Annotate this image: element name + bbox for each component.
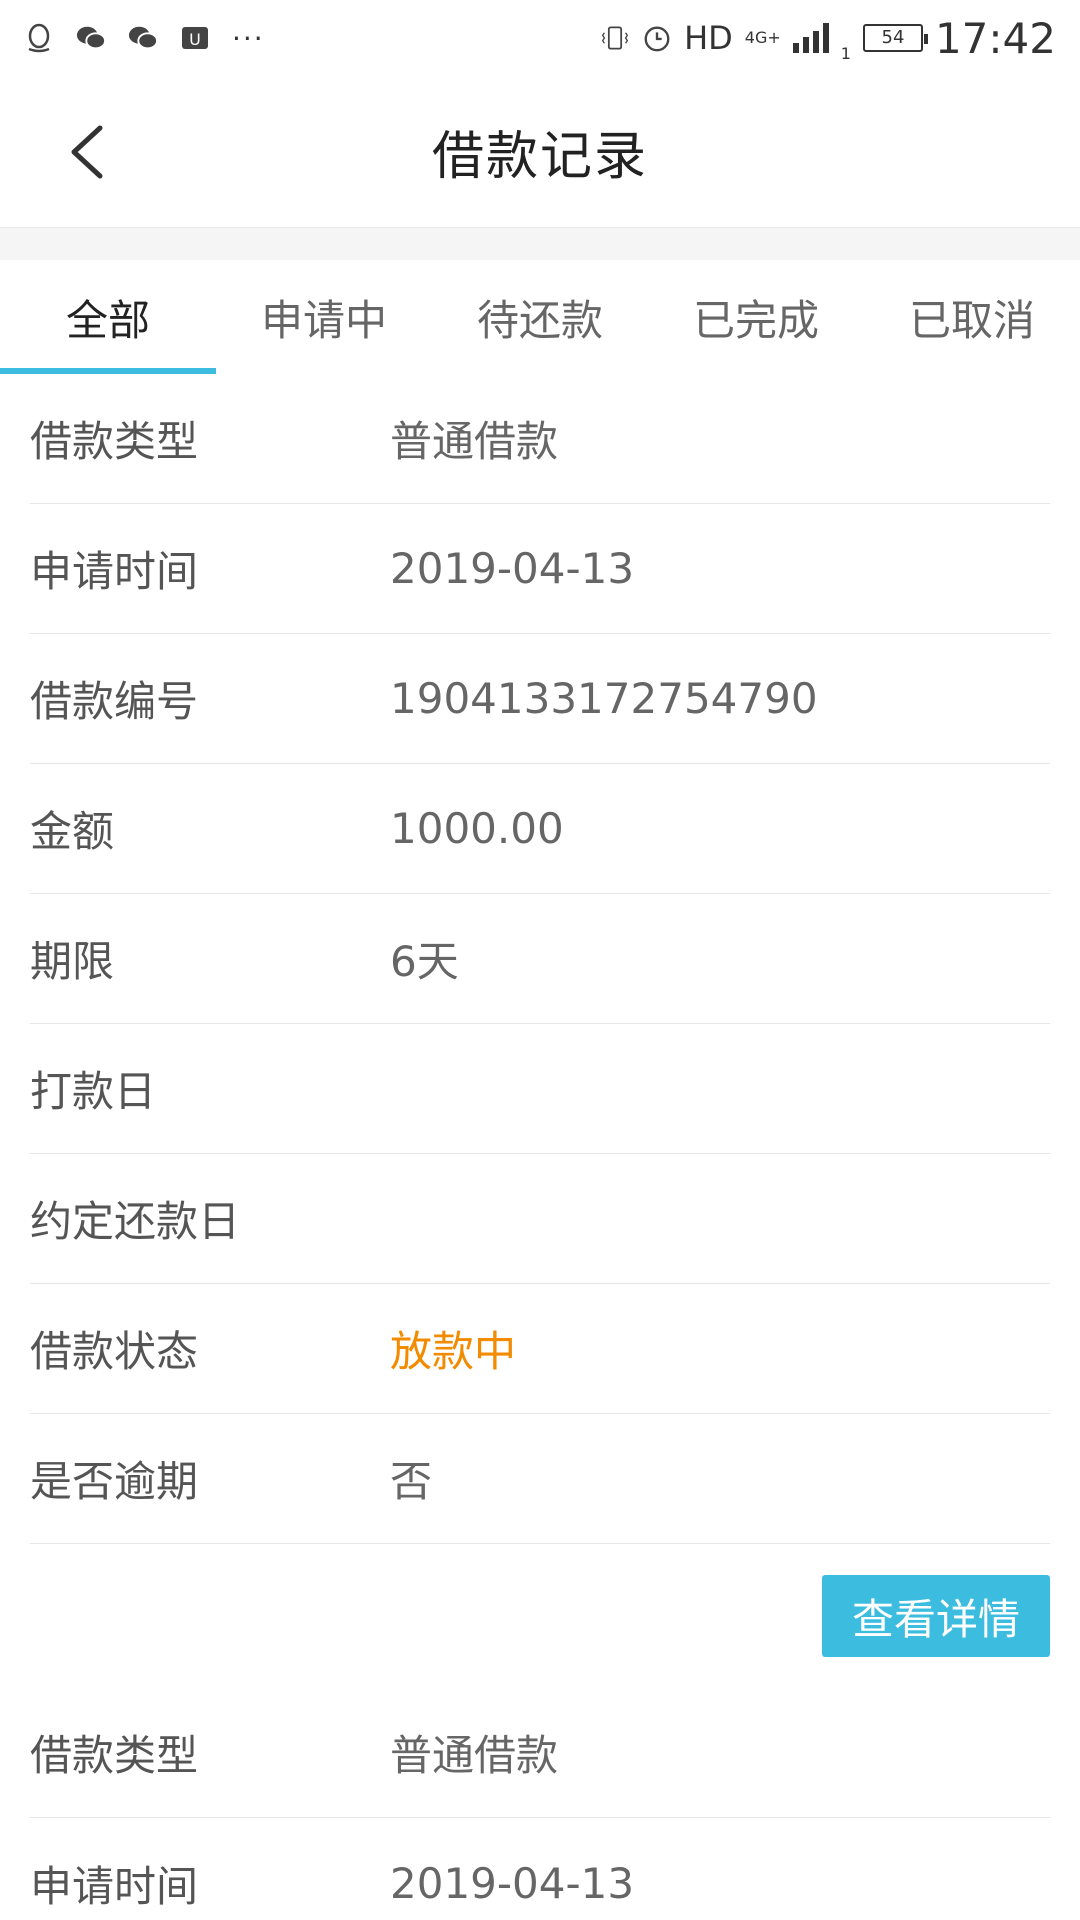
status-right: HD 4G+ 1 54 17:42 bbox=[600, 14, 1056, 63]
tab-completed[interactable]: 已完成 bbox=[648, 260, 864, 374]
view-details-button[interactable]: 查看详情 bbox=[822, 1575, 1050, 1657]
tab-pending-repayment[interactable]: 待还款 bbox=[432, 260, 648, 374]
list-item: 打款日 bbox=[30, 1024, 1050, 1154]
battery-icon: 54 bbox=[862, 24, 928, 52]
vibrate-icon bbox=[600, 23, 630, 53]
field-label: 期限 bbox=[30, 937, 115, 986]
svg-text:U: U bbox=[189, 30, 201, 49]
list-item: 金额 1000.00 bbox=[30, 764, 1050, 894]
field-label: 借款类型 bbox=[30, 417, 199, 466]
list-item: 借款类型 普通借款 bbox=[30, 1688, 1050, 1818]
loan-record-card: 借款类型 普通借款 申请时间 2019-04-13 bbox=[0, 1688, 1080, 1920]
field-value: 2019-04-13 bbox=[390, 544, 635, 593]
field-value: 1000.00 bbox=[390, 804, 564, 853]
field-label: 借款类型 bbox=[30, 1731, 199, 1780]
list-item: 约定还款日 bbox=[30, 1154, 1050, 1284]
loan-record-list: 借款类型 普通借款 申请时间 2019-04-13 借款编号 190413317… bbox=[0, 374, 1080, 1920]
card-actions: 查看详情 bbox=[0, 1544, 1080, 1688]
field-value: 否 bbox=[390, 1457, 433, 1506]
field-label: 是否逾期 bbox=[30, 1457, 199, 1506]
status-value: 放款中 bbox=[390, 1327, 517, 1376]
wechat-icon bbox=[76, 23, 106, 53]
network-type: 4G+ bbox=[744, 28, 781, 47]
field-label: 申请时间 bbox=[30, 1861, 199, 1911]
status-left: U ··· bbox=[24, 22, 265, 55]
field-value: 6天 bbox=[390, 937, 459, 986]
list-item: 借款状态 放款中 bbox=[30, 1284, 1050, 1414]
tab-cancelled[interactable]: 已取消 bbox=[864, 260, 1080, 374]
signal-icon bbox=[792, 23, 829, 53]
wechat-icon bbox=[128, 23, 158, 53]
qq-icon bbox=[24, 23, 54, 53]
field-label: 借款状态 bbox=[30, 1327, 199, 1376]
app-icon: U bbox=[180, 23, 210, 53]
tab-all[interactable]: 全部 bbox=[0, 260, 216, 374]
status-time: 17:42 bbox=[934, 13, 1056, 63]
list-item: 借款编号 1904133172754790 bbox=[30, 634, 1050, 764]
back-button[interactable] bbox=[60, 120, 124, 184]
chevron-left-icon bbox=[71, 125, 103, 179]
tab-applying[interactable]: 申请中 bbox=[216, 260, 432, 374]
tab-bar: 全部 申请中 待还款 已完成 已取消 bbox=[0, 260, 1080, 374]
sim-slot: 1 bbox=[840, 43, 851, 63]
status-bar: U ··· HD 4G+ 1 54 17:42 bbox=[0, 0, 1080, 76]
field-label: 打款日 bbox=[30, 1067, 157, 1116]
list-item: 借款类型 普通借款 bbox=[30, 374, 1050, 504]
alarm-icon bbox=[642, 23, 672, 53]
field-label: 借款编号 bbox=[30, 677, 199, 726]
field-value: 1904133172754790 bbox=[390, 674, 818, 723]
list-item: 申请时间 2019-04-13 bbox=[30, 504, 1050, 634]
list-item: 申请时间 2019-04-13 bbox=[30, 1818, 1050, 1920]
field-label: 申请时间 bbox=[30, 547, 199, 596]
nav-bar: 借款记录 bbox=[0, 76, 1080, 228]
more-notifications: ··· bbox=[232, 21, 265, 55]
section-divider bbox=[0, 228, 1080, 260]
field-value: 2019-04-13 bbox=[390, 1858, 635, 1908]
field-label: 约定还款日 bbox=[30, 1197, 241, 1246]
field-label: 金额 bbox=[30, 807, 115, 856]
loan-record-card: 借款类型 普通借款 申请时间 2019-04-13 借款编号 190413317… bbox=[0, 374, 1080, 1688]
field-value: 普通借款 bbox=[390, 417, 559, 466]
list-item: 期限 6天 bbox=[30, 894, 1050, 1024]
list-item: 是否逾期 否 bbox=[30, 1414, 1050, 1544]
hd-indicator: HD bbox=[684, 19, 733, 57]
field-value: 普通借款 bbox=[390, 1731, 559, 1780]
page-title: 借款记录 bbox=[431, 127, 648, 187]
